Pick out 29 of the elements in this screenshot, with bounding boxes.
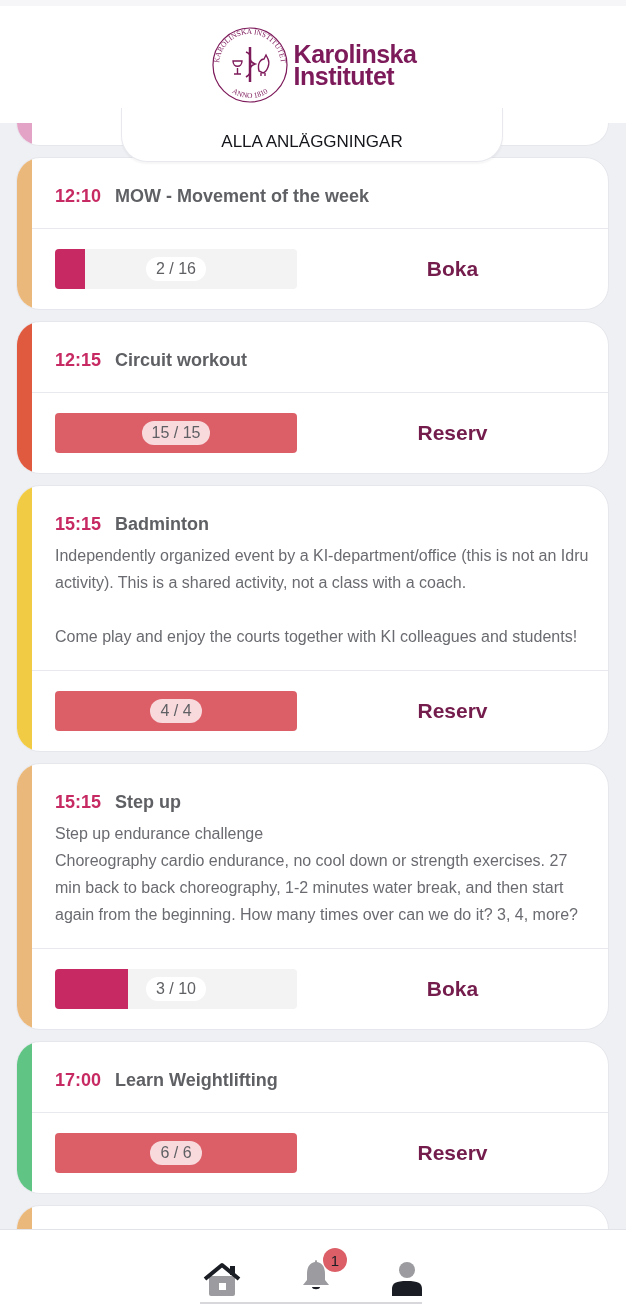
- capacity-count: 15 / 15: [141, 421, 211, 445]
- class-description: Step up endurance challenge Choreography cardio endurance, no cool down or strength exercises. 27 min back to back choreography, 1-2 minutes water break, and then start again from the beginning. How many times over can we do it? 3, 4, more?: [55, 824, 579, 925]
- profile-icon[interactable]: [391, 1262, 423, 1296]
- class-time: 15:15: [55, 513, 102, 536]
- class-time: 17:00: [55, 1069, 102, 1092]
- capacity-count: 3 / 10: [146, 977, 206, 1001]
- home-icon[interactable]: [203, 1262, 241, 1296]
- book-button[interactable]: Reserv: [409, 695, 496, 727]
- logo-wordmark: Karolinska Institutet: [293, 42, 417, 87]
- book-button[interactable]: Boka: [418, 253, 487, 285]
- class-title: Circuit workout: [115, 349, 248, 372]
- facility-filter-tab[interactable]: ALLA ANLÄGGNINGAR: [121, 108, 503, 162]
- capacity-count: 4 / 4: [150, 699, 202, 723]
- class-title: Learn Weightlifting: [115, 1069, 278, 1092]
- book-button[interactable]: Reserv: [409, 1137, 496, 1169]
- capacity-count: 6 / 6: [150, 1141, 202, 1165]
- bell-icon[interactable]: [301, 1258, 331, 1292]
- class-time: 12:10: [55, 185, 102, 208]
- notification-badge: 1: [323, 1248, 347, 1272]
- capacity-count: 2 / 16: [146, 257, 206, 281]
- class-title: Step up: [115, 791, 182, 814]
- class-time: 15:15: [55, 791, 102, 814]
- book-button[interactable]: Reserv: [409, 417, 496, 449]
- book-button[interactable]: Boka: [418, 973, 487, 1005]
- class-title: Badminton: [115, 513, 210, 536]
- class-time: 12:15: [55, 349, 102, 372]
- class-description: Independently organized event by a KI-department/office (this is not an Idru activity). This is a shared activity, not a class with a coach.: [55, 546, 590, 593]
- class-description: Come play and enjoy the courts together with KI colleagues and students!: [55, 627, 579, 647]
- class-title: MOW - Movement of the week: [115, 185, 370, 208]
